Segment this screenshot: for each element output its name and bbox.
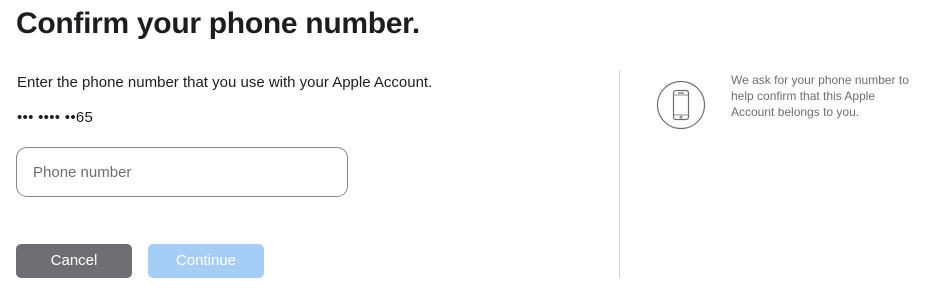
- iphone-icon: [656, 80, 706, 130]
- confirm-phone-page: Confirm your phone number. Enter the pho…: [0, 0, 926, 300]
- masked-phone-number: ••• •••• ••65: [17, 109, 94, 126]
- info-text: We ask for your phone number to help con…: [731, 73, 909, 119]
- instruction-text: Enter the phone number that you use with…: [17, 74, 433, 91]
- cancel-button[interactable]: Cancel: [16, 244, 132, 278]
- vertical-divider: [619, 70, 620, 278]
- phone-number-input[interactable]: [16, 147, 348, 197]
- page-title: Confirm your phone number.: [16, 7, 420, 40]
- continue-button[interactable]: Continue: [148, 244, 264, 278]
